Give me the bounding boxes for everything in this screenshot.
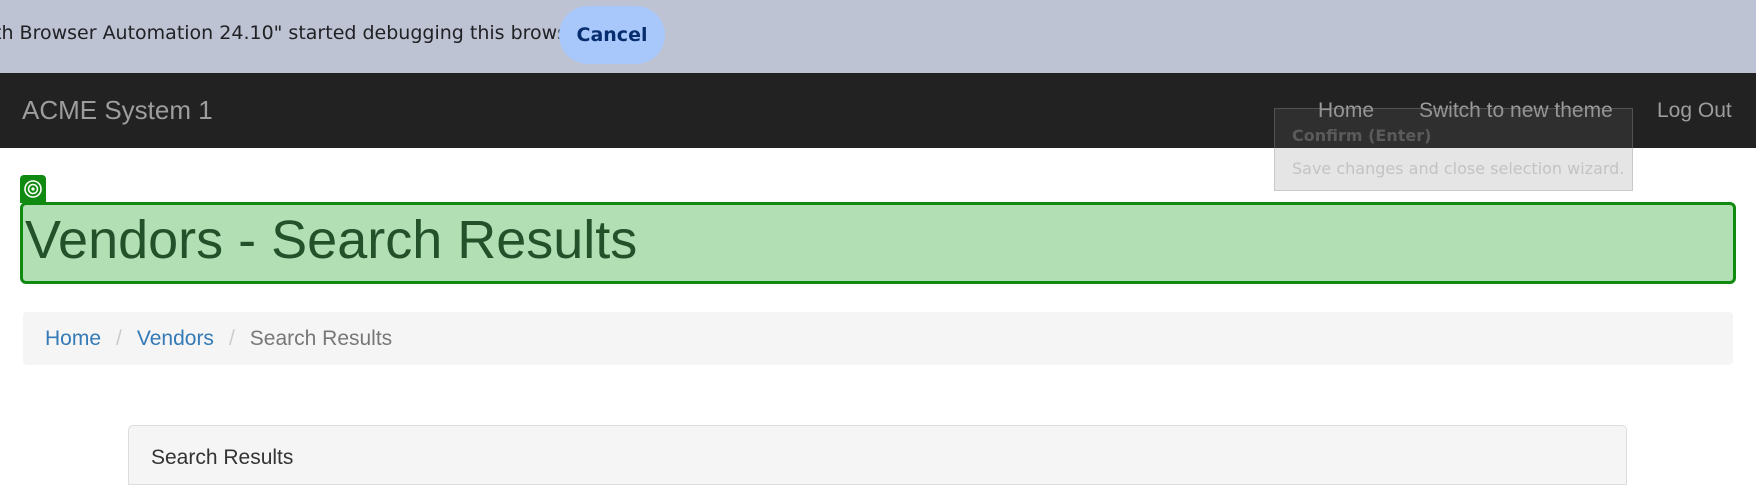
confirm-tooltip: Confirm (Enter) Save changes and close s… bbox=[1274, 108, 1633, 191]
cancel-debugging-button[interactable]: Cancel bbox=[559, 6, 665, 64]
nav-link-logout[interactable]: Log Out bbox=[1657, 99, 1732, 123]
breadcrumb-separator: / bbox=[116, 326, 122, 350]
breadcrumb-vendors[interactable]: Vendors bbox=[137, 327, 214, 351]
tooltip-description: Save changes and close selection wizard. bbox=[1292, 159, 1625, 178]
tooltip-title: Confirm (Enter) bbox=[1292, 126, 1432, 145]
breadcrumb-home[interactable]: Home bbox=[45, 327, 101, 351]
highlighted-element[interactable]: Vendors - Search Results bbox=[20, 202, 1736, 284]
search-results-panel: Search Results bbox=[128, 425, 1627, 485]
breadcrumb-separator: / bbox=[228, 326, 235, 350]
target-icon bbox=[20, 175, 46, 203]
page-title: Vendors - Search Results bbox=[25, 210, 638, 270]
navbar-brand[interactable]: ACME System 1 bbox=[22, 95, 213, 126]
breadcrumb: Home / Vendors / Search Results bbox=[23, 312, 1733, 365]
target-icon-svg bbox=[24, 180, 42, 198]
infobar-message: th Browser Automation 24.10" started deb… bbox=[0, 22, 587, 44]
breadcrumb-current: Search Results bbox=[249, 326, 393, 350]
panel-heading: Search Results bbox=[151, 446, 294, 469]
debugging-infobar: th Browser Automation 24.10" started deb… bbox=[0, 0, 1756, 73]
